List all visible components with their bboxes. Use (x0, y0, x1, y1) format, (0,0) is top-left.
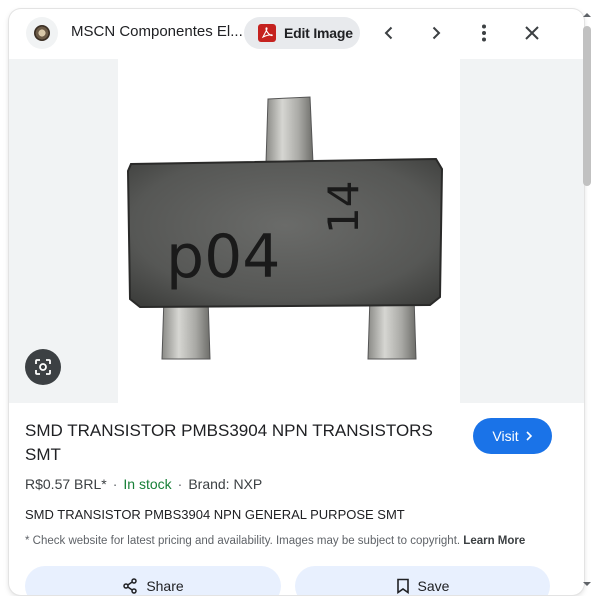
edit-image-label: Edit Image (284, 25, 353, 41)
scrollbar-thumb[interactable] (583, 26, 591, 186)
pdf-icon (258, 24, 276, 42)
save-button[interactable]: Save (295, 566, 550, 595)
scroll-up-arrow-icon[interactable] (582, 11, 592, 19)
google-lens-icon[interactable] (25, 349, 61, 385)
favicon-logo-icon (34, 25, 50, 41)
product-image[interactable]: p04 14 (118, 59, 460, 403)
disclaimer: * Check website for latest pricing and a… (25, 535, 525, 547)
save-label: Save (417, 578, 450, 594)
share-button[interactable]: Share (25, 566, 281, 595)
product-meta: R$0.57 BRL* · In stock · Brand: NXP (25, 476, 263, 492)
chevron-left-icon[interactable] (377, 21, 401, 45)
close-icon[interactable] (520, 21, 544, 45)
price: R$0.57 BRL* (25, 476, 107, 492)
site-favicon[interactable] (26, 17, 58, 49)
visit-button[interactable]: Visit (473, 418, 552, 454)
scroll-down-arrow-icon[interactable] (582, 580, 592, 588)
viewer-header: MSCN Componentes El... Edit Image (9, 9, 584, 61)
component-marking-side: 14 (319, 181, 368, 234)
more-vert-icon[interactable] (472, 21, 496, 45)
chevron-right-icon (526, 431, 532, 441)
share-icon (123, 578, 138, 594)
component-marking: p04 (166, 222, 280, 292)
image-area: p04 14 (9, 59, 584, 403)
chevron-right-icon[interactable] (424, 21, 448, 45)
product-description: SMD TRANSISTOR PMBS3904 NPN GENERAL PURP… (25, 507, 405, 522)
visit-label: Visit (492, 428, 519, 444)
share-label: Share (146, 578, 184, 594)
product-title: SMD TRANSISTOR PMBS3904 NPN TRANSISTORS … (25, 421, 433, 464)
bookmark-icon (396, 578, 409, 594)
learn-more-link[interactable]: Learn More (463, 535, 525, 547)
scrollbar[interactable] (581, 9, 593, 595)
brand: Brand: NXP (188, 476, 263, 492)
edit-image-button[interactable]: Edit Image (244, 17, 360, 49)
disclaimer-text: * Check website for latest pricing and a… (25, 535, 461, 547)
stock-status: In stock (123, 476, 172, 492)
site-title[interactable]: MSCN Componentes El... (71, 23, 243, 40)
image-viewer-panel: MSCN Componentes El... Edit Image p04 14… (9, 9, 584, 595)
